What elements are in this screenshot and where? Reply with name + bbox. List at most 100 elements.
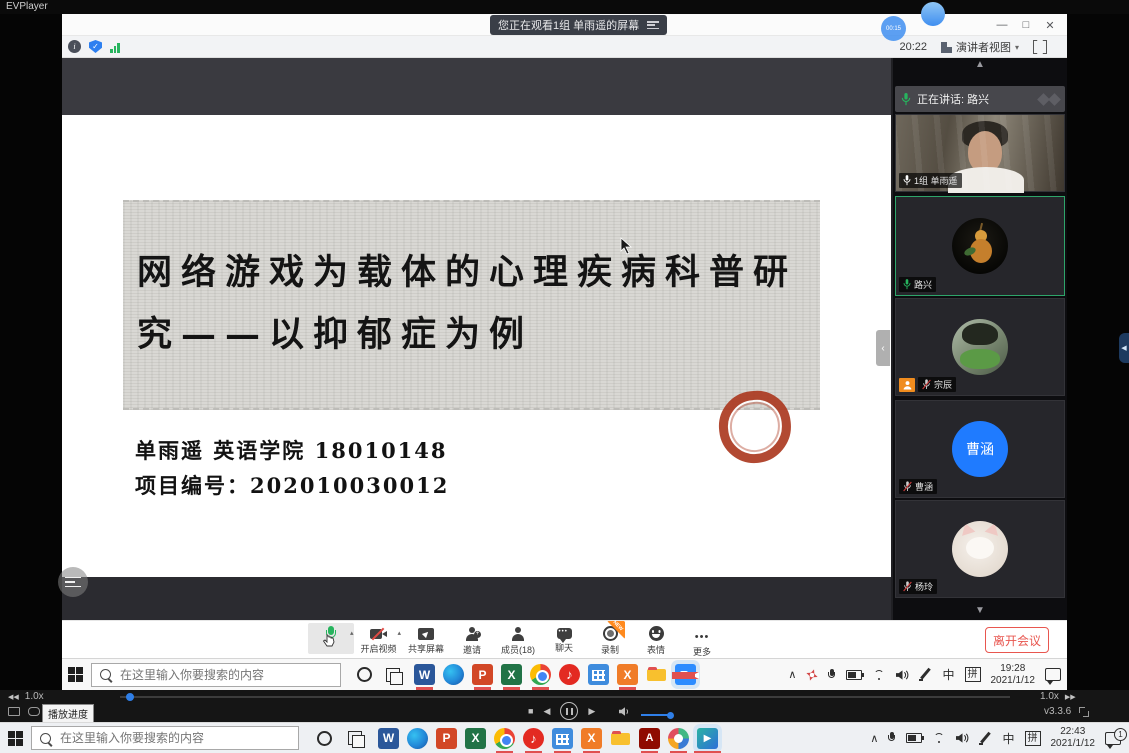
previous-button[interactable]: ◀ bbox=[543, 706, 550, 717]
calendar-icon[interactable] bbox=[588, 664, 609, 685]
system-clock[interactable]: 19:28 2021/1/12 bbox=[991, 663, 1036, 687]
next-button[interactable]: ▶ bbox=[588, 706, 595, 717]
powerpoint-icon[interactable]: P bbox=[436, 728, 457, 749]
cortana-button[interactable] bbox=[317, 731, 332, 746]
edge-icon[interactable] bbox=[443, 664, 464, 685]
stop-button[interactable]: ■ bbox=[528, 706, 533, 716]
view-mode-selector[interactable]: 演讲者视图 ▾ bbox=[941, 39, 1019, 55]
shuffle-mode-icon[interactable] bbox=[28, 707, 40, 716]
search-input[interactable] bbox=[58, 730, 290, 746]
sidebar-collapse-tab[interactable]: ‹ bbox=[876, 330, 890, 366]
task-view-button[interactable] bbox=[348, 731, 362, 745]
ime-language[interactable]: 中 bbox=[942, 666, 954, 683]
resize-icon[interactable] bbox=[1079, 707, 1089, 717]
acrobat-icon[interactable]: A bbox=[639, 728, 660, 749]
excel-icon[interactable]: X bbox=[465, 728, 486, 749]
pause-button[interactable] bbox=[560, 702, 578, 720]
members-button[interactable]: 成员(18) bbox=[495, 623, 541, 656]
volume-handle[interactable] bbox=[667, 712, 674, 719]
pen-icon[interactable] bbox=[979, 732, 992, 745]
floating-assistant-bubble[interactable] bbox=[921, 2, 945, 26]
file-explorer-icon[interactable] bbox=[646, 664, 667, 685]
fullscreen-icon[interactable] bbox=[1033, 40, 1047, 54]
participant-tile[interactable]: 宗辰 bbox=[895, 298, 1065, 396]
evplayer-taskbar-icon[interactable]: ▶ bbox=[697, 728, 718, 749]
tray-mic-icon[interactable] bbox=[828, 669, 836, 681]
participant-tile[interactable]: 杨玲 bbox=[895, 500, 1065, 598]
powerpoint-icon[interactable]: P bbox=[472, 664, 493, 685]
tray-app-icon[interactable] bbox=[805, 667, 820, 682]
mic-options-caret[interactable]: ▴ bbox=[350, 629, 354, 637]
calendar-icon[interactable] bbox=[552, 728, 573, 749]
pen-icon[interactable] bbox=[919, 668, 932, 681]
close-button[interactable]: ✕ bbox=[1038, 19, 1062, 32]
netease-music-icon[interactable]: ♪ bbox=[523, 728, 544, 749]
loop-mode-icon[interactable] bbox=[8, 707, 20, 716]
wifi-icon[interactable] bbox=[872, 670, 886, 680]
ime-language[interactable]: 中 bbox=[1002, 730, 1014, 747]
invite-button[interactable]: + 邀请 bbox=[449, 623, 495, 656]
search-input[interactable] bbox=[118, 667, 332, 683]
mute-button[interactable] bbox=[308, 623, 354, 654]
start-video-button[interactable]: 开启视频 bbox=[356, 623, 402, 655]
tray-chevron-icon[interactable]: ∧ bbox=[788, 668, 796, 681]
excel-icon[interactable]: X bbox=[501, 664, 522, 685]
meeting-info-icon[interactable]: i bbox=[68, 40, 81, 53]
edge-panel-toggle[interactable]: ◀ bbox=[1119, 333, 1129, 363]
tray-mic-icon[interactable] bbox=[888, 732, 896, 744]
progress-slider[interactable] bbox=[120, 696, 1010, 698]
start-button[interactable] bbox=[8, 731, 23, 746]
scroll-up-arrow[interactable]: ▲ bbox=[893, 58, 1067, 72]
cortana-button[interactable] bbox=[357, 667, 372, 682]
video-options-caret[interactable]: ▴ bbox=[398, 629, 402, 637]
action-center-icon[interactable] bbox=[1045, 668, 1061, 681]
battery-icon[interactable] bbox=[906, 733, 922, 743]
volume-icon[interactable] bbox=[956, 732, 969, 744]
participant-tile[interactable]: 1组 单雨遥 bbox=[895, 114, 1065, 192]
more-button[interactable]: ••• 更多 bbox=[679, 623, 725, 658]
file-explorer-icon[interactable] bbox=[610, 728, 631, 749]
minimize-button[interactable]: — bbox=[990, 19, 1014, 31]
speed-down-icon[interactable]: ◀◀ bbox=[8, 693, 19, 701]
word-icon[interactable]: W bbox=[414, 664, 435, 685]
volume-icon[interactable] bbox=[896, 669, 909, 681]
ime-mode[interactable]: 拼 bbox=[1025, 731, 1041, 746]
thunder-icon[interactable]: X bbox=[617, 664, 638, 685]
taskbar-search[interactable] bbox=[91, 663, 341, 687]
system-clock[interactable]: 22:43 2021/1/12 bbox=[1051, 726, 1096, 750]
volume-icon[interactable] bbox=[619, 706, 631, 717]
record-button[interactable]: NEW 录制 bbox=[587, 623, 633, 656]
participant-tile[interactable]: 路兴 bbox=[895, 196, 1065, 296]
network-signal-icon[interactable] bbox=[110, 41, 120, 53]
restore-button[interactable]: □ bbox=[1014, 19, 1038, 31]
chrome-icon[interactable] bbox=[494, 728, 515, 749]
banner-menu-icon[interactable] bbox=[647, 21, 659, 29]
ev-capture-icon[interactable] bbox=[668, 728, 689, 749]
action-center-icon[interactable]: 1 bbox=[1105, 732, 1121, 745]
thunder-icon[interactable]: X bbox=[581, 728, 602, 749]
chat-button[interactable]: 聊天 bbox=[541, 623, 587, 654]
emoji-button[interactable]: 表情 bbox=[633, 623, 679, 656]
battery-icon[interactable] bbox=[846, 670, 862, 680]
speed-up-icon[interactable]: ▶▶ bbox=[1065, 693, 1076, 701]
progress-handle[interactable] bbox=[126, 693, 134, 701]
leave-meeting-button[interactable]: 离开会议 bbox=[985, 627, 1049, 653]
participant-tile[interactable]: 曹涵 曹涵 bbox=[895, 400, 1065, 498]
floating-timer-bubble[interactable]: 00:15 bbox=[881, 16, 906, 41]
wifi-icon[interactable] bbox=[932, 733, 946, 743]
tray-chevron-icon[interactable]: ∧ bbox=[870, 732, 878, 745]
tencent-meeting-icon[interactable] bbox=[675, 664, 696, 685]
word-icon[interactable]: W bbox=[378, 728, 399, 749]
netease-music-icon[interactable]: ♪ bbox=[559, 664, 580, 685]
task-view-button[interactable] bbox=[386, 668, 400, 682]
volume-slider[interactable] bbox=[641, 714, 671, 716]
share-screen-button[interactable]: 共享屏幕 bbox=[403, 623, 449, 655]
ime-mode[interactable]: 拼 bbox=[965, 667, 981, 682]
chrome-icon[interactable] bbox=[530, 664, 551, 685]
taskbar-search[interactable] bbox=[31, 726, 299, 750]
scroll-down-arrow[interactable]: ▼ bbox=[893, 604, 1067, 618]
start-button[interactable] bbox=[68, 667, 83, 682]
security-shield-icon[interactable]: ✓ bbox=[89, 40, 102, 53]
edge-icon[interactable] bbox=[407, 728, 428, 749]
playlist-toggle-button[interactable] bbox=[58, 567, 88, 597]
